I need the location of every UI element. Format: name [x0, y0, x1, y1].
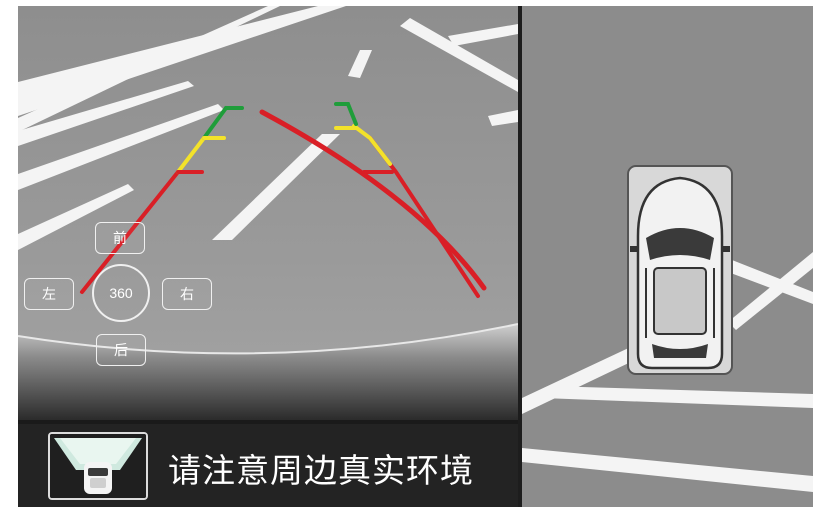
- 360-view-button[interactable]: 360: [92, 264, 150, 322]
- rear-camera-scene: [18, 6, 518, 420]
- birds-eye-view: [522, 6, 813, 507]
- rear-camera-view: 前 左 360 右 后: [18, 6, 518, 420]
- right-view-button[interactable]: 右: [162, 278, 212, 310]
- warning-message: 请注意周边真实环境: [168, 451, 474, 490]
- front-view-button[interactable]: 前: [95, 222, 145, 254]
- warning-bar: 请注意周边真实环境: [18, 424, 518, 507]
- rear-view-button[interactable]: 后: [96, 334, 146, 366]
- vehicle-icon: [627, 165, 733, 375]
- car-top-view-icon: [48, 432, 148, 500]
- birds-eye-scene: [522, 6, 813, 507]
- car-top-view-graphic: [50, 434, 146, 498]
- left-view-button[interactable]: 左: [24, 278, 74, 310]
